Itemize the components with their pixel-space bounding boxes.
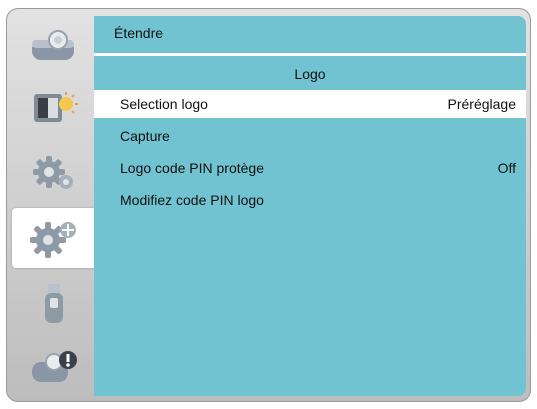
menu-panel: Étendre Logo Selection logo Préréglage C…: [94, 16, 526, 396]
menu-row-modify-logo-pin[interactable]: Modifiez code PIN logo: [94, 186, 526, 214]
sidebar-item-usb[interactable]: [14, 274, 94, 334]
menu-title-bar: Étendre: [94, 16, 526, 50]
row-label: Logo code PIN protège: [120, 160, 264, 176]
row-value: Préréglage: [447, 96, 517, 112]
usb-memory-icon: [45, 284, 63, 323]
projector-icon: [32, 30, 74, 60]
menu-row-capture[interactable]: Capture: [94, 122, 526, 150]
sidebar-item-settings[interactable]: [14, 142, 94, 202]
sidebar-item-info[interactable]: [14, 338, 94, 398]
extended-settings-icon: [30, 222, 76, 258]
title-divider: [94, 53, 526, 56]
menu-title: Étendre: [114, 25, 164, 41]
submenu-title: Logo: [294, 66, 326, 82]
menu-row-selection-logo[interactable]: Selection logo Préréglage: [94, 90, 526, 118]
sidebar-item-projector[interactable]: [14, 16, 94, 76]
sidebar-item-extended[interactable]: [12, 208, 96, 268]
settings-gear-icon: [33, 156, 73, 189]
menu-row-logo-pin-protect[interactable]: Logo code PIN protège Off: [94, 154, 526, 182]
row-label: Capture: [120, 128, 170, 144]
row-label: Selection logo: [120, 96, 208, 112]
info-icon: [32, 351, 77, 382]
menu-sidebar: [12, 16, 96, 394]
image-settings-icon: [34, 92, 78, 122]
sidebar-item-image[interactable]: [14, 78, 94, 138]
row-value: Off: [497, 160, 516, 176]
row-label: Modifiez code PIN logo: [120, 192, 264, 208]
